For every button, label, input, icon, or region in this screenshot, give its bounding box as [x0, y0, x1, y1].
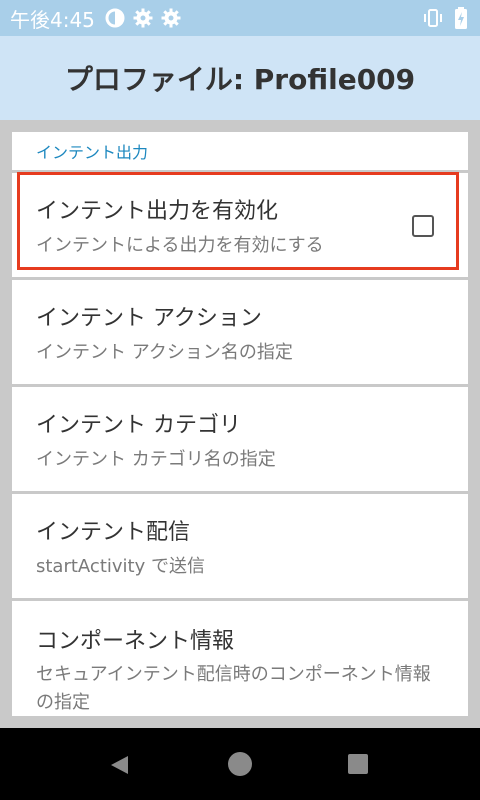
item-title: インテント カテゴリ	[36, 413, 241, 438]
item-title: インテント配信	[36, 520, 191, 545]
item-summary: インテントによる出力を有効にする	[36, 235, 324, 256]
gear-icon	[133, 8, 153, 28]
item-summary: startActivity で送信	[36, 556, 205, 577]
home-icon[interactable]	[228, 752, 252, 776]
item-summary: セキュアインテント配信時のコンポーネント情報の指定	[36, 664, 431, 713]
battery-charging-icon	[454, 7, 468, 29]
component-info-item[interactable]: コンポーネント情報 セキュアインテント配信時のコンポーネント情報の指定	[12, 601, 468, 716]
data-saver-icon	[105, 8, 125, 28]
status-left-icons	[105, 8, 181, 28]
enable-intent-output-item[interactable]: インテント出力を有効化 インテントによる出力を有効にする	[12, 173, 468, 277]
item-summary: インテント カテゴリ名の指定	[36, 449, 276, 470]
status-bar: 午後4:45	[0, 0, 480, 36]
page-title: プロファイル: Profile009	[64, 63, 416, 96]
intent-delivery-item[interactable]: インテント配信 startActivity で送信	[12, 494, 468, 598]
recents-icon[interactable]	[348, 754, 368, 774]
back-icon[interactable]	[108, 754, 130, 780]
settings-list[interactable]: インテント出力 インテント出力を有効化 インテントによる出力を有効にする インテ…	[12, 132, 468, 716]
enable-intent-output-checkbox[interactable]	[412, 215, 434, 237]
status-time: 午後4:45	[10, 7, 95, 32]
intent-category-item[interactable]: インテント カテゴリ インテント カテゴリ名の指定	[12, 387, 468, 491]
navigation-bar	[0, 728, 480, 800]
status-right-icons	[422, 7, 468, 29]
intent-action-item[interactable]: インテント アクション インテント アクション名の指定	[12, 280, 468, 384]
section-header: インテント出力	[12, 132, 468, 170]
item-title: コンポーネント情報	[36, 629, 235, 654]
item-summary: インテント アクション名の指定	[36, 342, 293, 363]
vibrate-icon	[422, 7, 444, 29]
item-title: インテント出力を有効化	[36, 199, 279, 224]
gear-icon	[161, 8, 181, 28]
app-bar: プロファイル: Profile009	[0, 36, 480, 120]
item-title: インテント アクション	[36, 306, 262, 331]
